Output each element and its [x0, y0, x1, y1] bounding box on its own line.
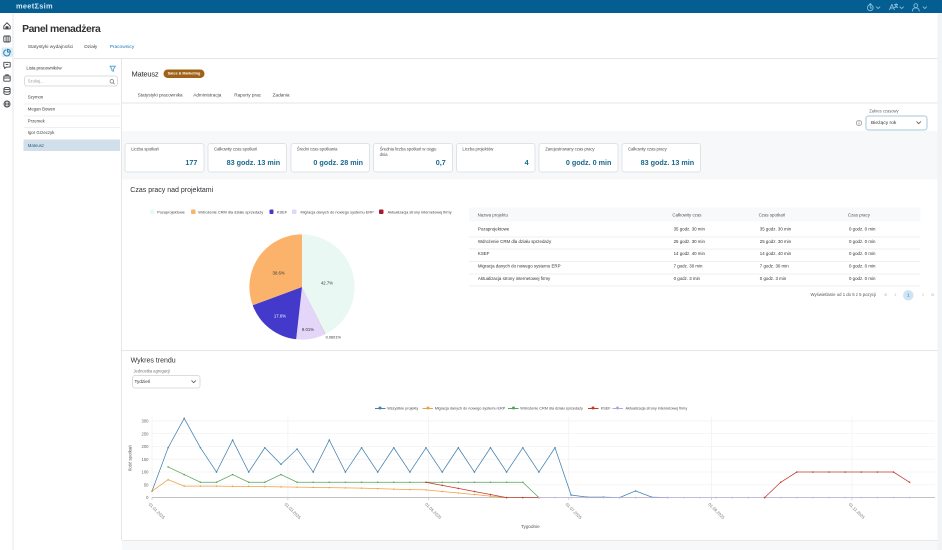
svg-text:0.0601%: 0.0601% [326, 335, 342, 340]
svg-text:01.05.2025: 01.05.2025 [424, 502, 443, 521]
svg-text:01.09.2025: 01.09.2025 [707, 502, 726, 521]
svg-text:300: 300 [142, 418, 150, 423]
svg-text:9.01%: 9.01% [302, 327, 314, 332]
svg-text:50: 50 [144, 482, 149, 487]
svg-text:200: 200 [142, 444, 150, 449]
svg-text:0: 0 [146, 495, 149, 500]
svg-text:01.11.2025: 01.11.2025 [848, 502, 867, 521]
svg-text:150: 150 [142, 457, 150, 462]
svg-text:17.6%: 17.6% [274, 314, 286, 319]
svg-text:01.03.2025: 01.03.2025 [284, 502, 303, 521]
svg-text:01.01.2025: 01.01.2025 [148, 502, 167, 521]
svg-text:100: 100 [142, 470, 150, 475]
svg-text:30.6%: 30.6% [273, 270, 285, 275]
svg-text:42.7%: 42.7% [321, 280, 333, 285]
svg-text:01.07.2025: 01.07.2025 [564, 502, 583, 521]
svg-text:250: 250 [142, 431, 150, 436]
